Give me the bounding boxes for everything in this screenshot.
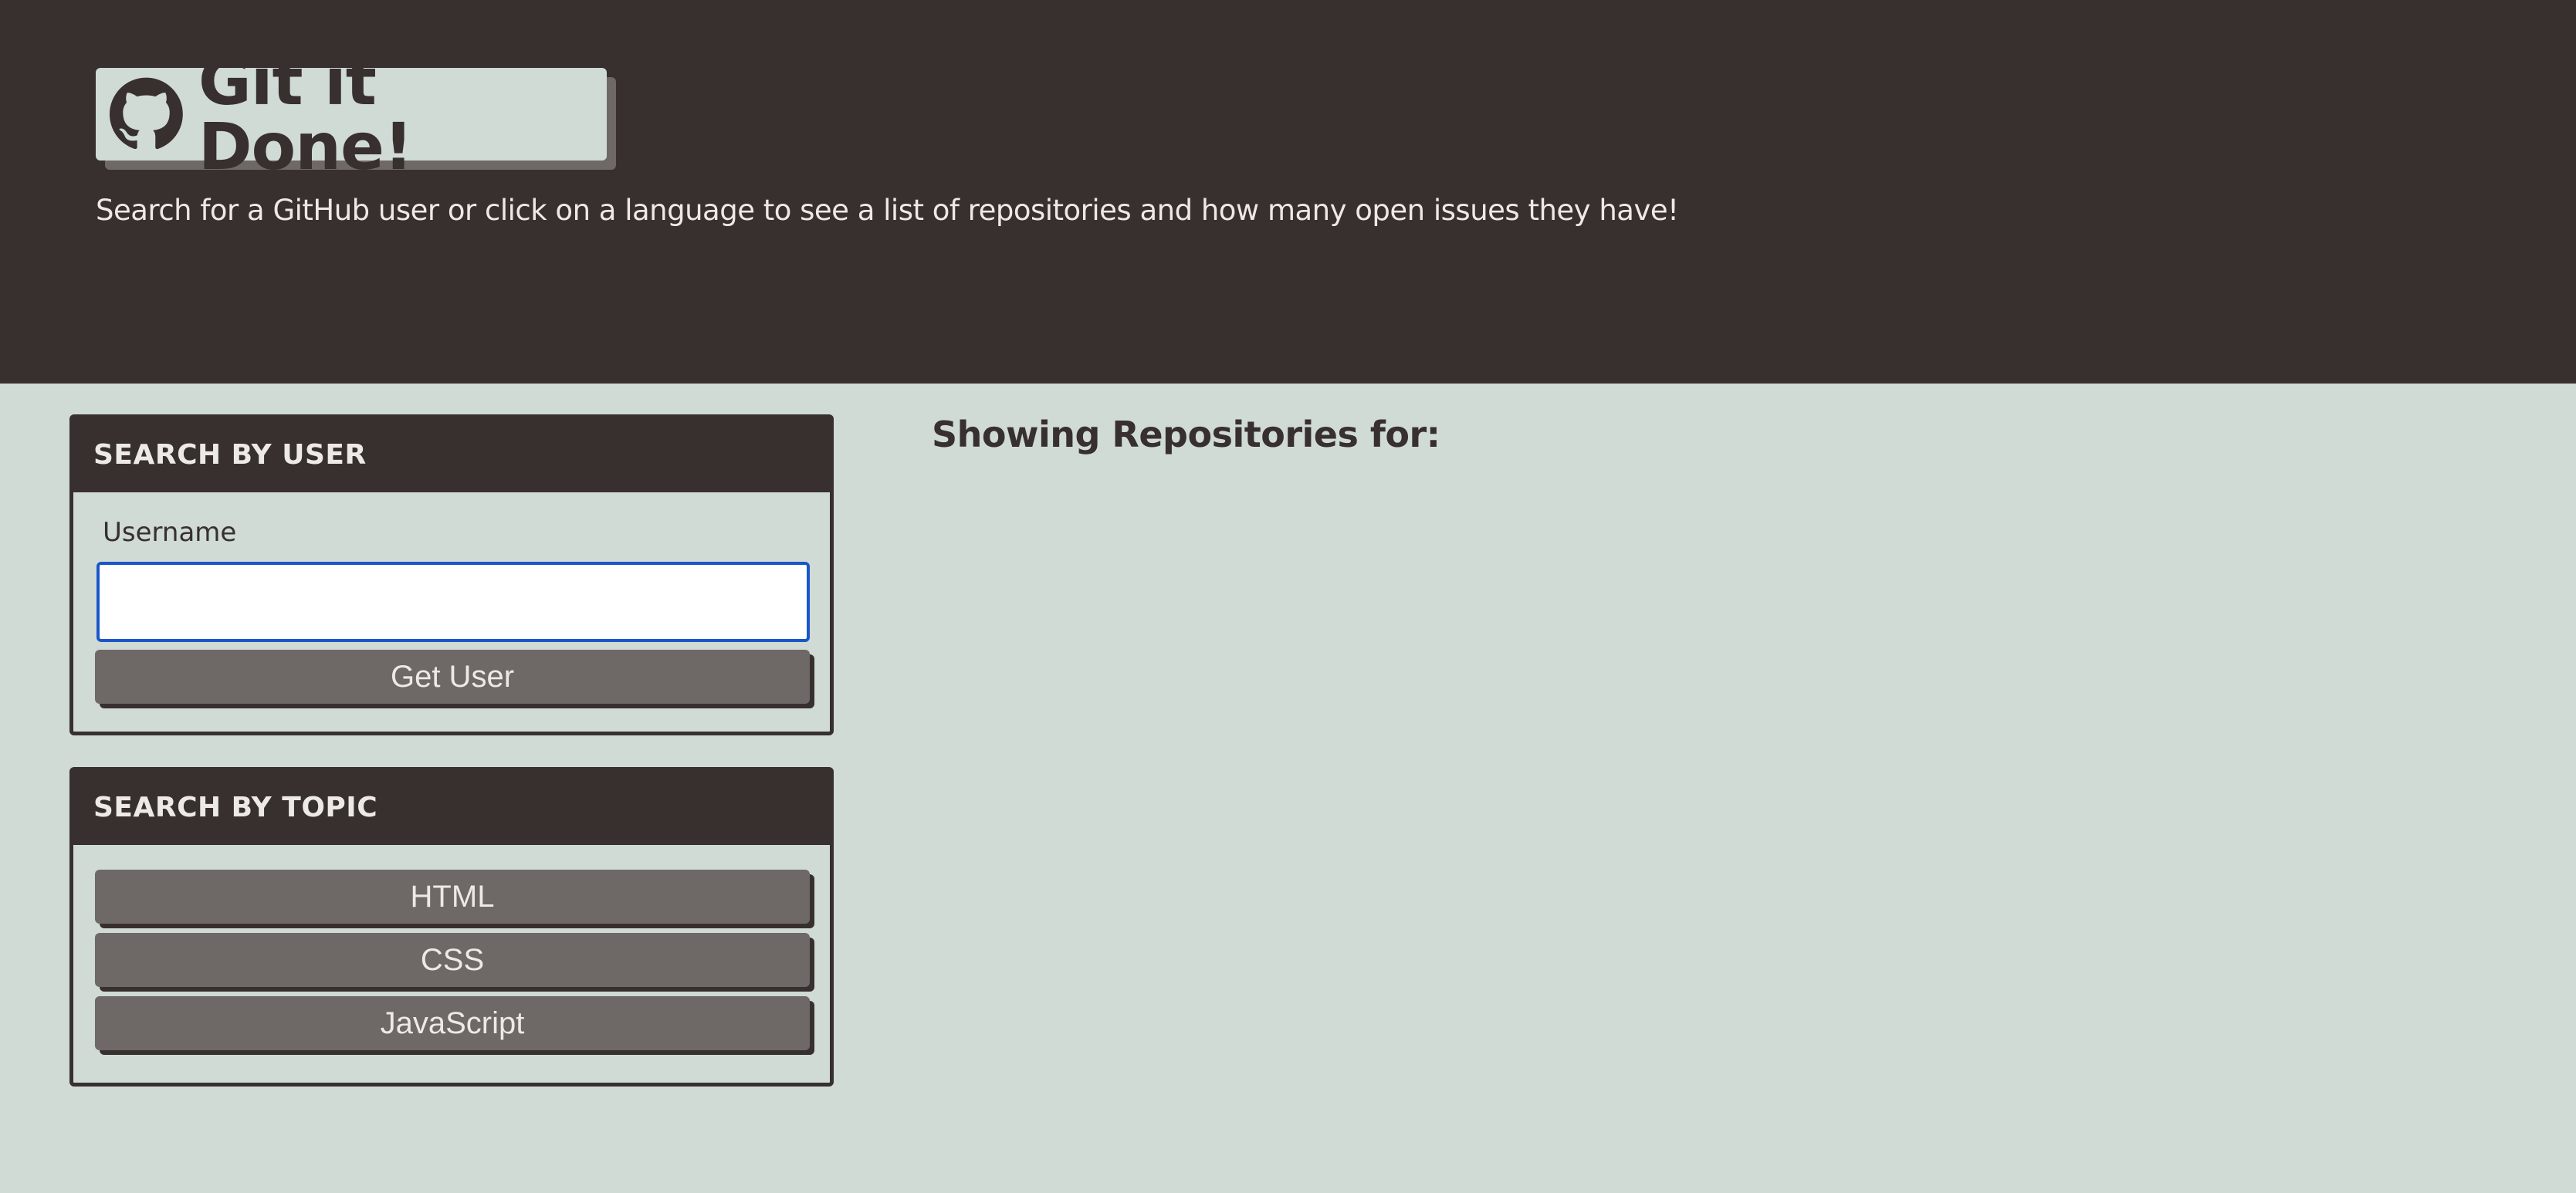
app-logo: Git it Done! bbox=[96, 49, 607, 179]
github-octocat-icon bbox=[110, 77, 183, 150]
app-title: Git it Done! bbox=[198, 44, 414, 184]
username-input[interactable] bbox=[96, 562, 810, 642]
topic-button-javascript[interactable]: JavaScript bbox=[95, 996, 810, 1050]
repositories-heading: Showing Repositories for: bbox=[932, 414, 1440, 455]
search-by-topic-heading: SEARCH BY TOPIC bbox=[73, 771, 830, 845]
search-by-user-card: SEARCH BY USER Username Get User bbox=[69, 414, 834, 735]
page-subtitle: Search for a GitHub user or click on a l… bbox=[96, 194, 1679, 227]
topic-button-html[interactable]: HTML bbox=[95, 870, 810, 924]
get-user-button[interactable]: Get User bbox=[95, 650, 810, 704]
page-header: Git it Done! Search for a GitHub user or… bbox=[0, 0, 2576, 384]
topic-button-css[interactable]: CSS bbox=[95, 933, 810, 987]
search-by-topic-card: SEARCH BY TOPIC HTML CSS JavaScript bbox=[69, 767, 834, 1087]
search-by-user-heading: SEARCH BY USER bbox=[73, 418, 830, 492]
username-label: Username bbox=[103, 517, 237, 548]
